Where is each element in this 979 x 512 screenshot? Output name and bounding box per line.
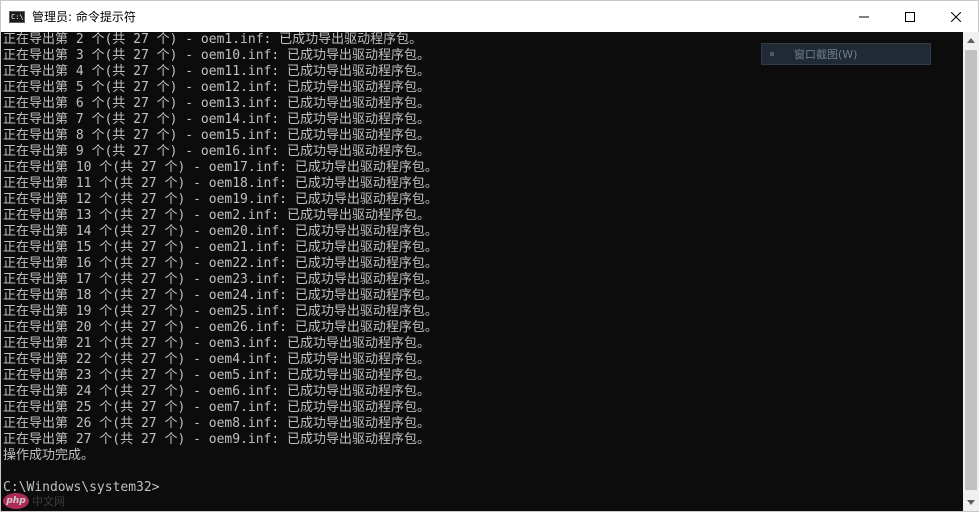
console-line: 操作成功完成。 bbox=[3, 448, 95, 463]
watermark: php 中文网 bbox=[3, 493, 65, 509]
console-line: 正在导出第 10 个(共 27 个) - oem17.inf: 已成功导出驱动程… bbox=[3, 160, 438, 175]
console-line: 正在导出第 23 个(共 27 个) - oem5.inf: 已成功导出驱动程序… bbox=[3, 368, 431, 383]
maximize-icon bbox=[905, 11, 915, 22]
console-line: 正在导出第 16 个(共 27 个) - oem22.inf: 已成功导出驱动程… bbox=[3, 256, 438, 271]
close-button[interactable] bbox=[933, 1, 979, 32]
scroll-down-button[interactable] bbox=[963, 494, 979, 511]
minimize-icon bbox=[859, 16, 869, 17]
scroll-up-button[interactable] bbox=[963, 32, 979, 49]
console-line: 正在导出第 8 个(共 27 个) - oem15.inf: 已成功导出驱动程序… bbox=[3, 128, 431, 143]
tooltip-label: 窗口截图(W) bbox=[794, 48, 858, 61]
console-line: 正在导出第 22 个(共 27 个) - oem4.inf: 已成功导出驱动程序… bbox=[3, 352, 431, 367]
console-output[interactable]: 正在导出第 2 个(共 27 个) - oem1.inf: 已成功导出驱动程序包… bbox=[2, 32, 963, 511]
maximize-button[interactable] bbox=[887, 1, 933, 32]
php-logo-icon: php bbox=[3, 493, 29, 509]
command-prompt-window: C:\ 管理员: 命令提示符 正在导出第 2 个(共 27 个) - oem1.… bbox=[0, 0, 979, 512]
console-line: 正在导出第 24 个(共 27 个) - oem6.inf: 已成功导出驱动程序… bbox=[3, 384, 431, 399]
scroll-up-arrow-icon bbox=[967, 38, 975, 43]
console-line: 正在导出第 26 个(共 27 个) - oem8.inf: 已成功导出驱动程序… bbox=[3, 416, 431, 431]
cmd-app-icon[interactable]: C:\ bbox=[9, 10, 25, 23]
console-line: 正在导出第 27 个(共 27 个) - oem9.inf: 已成功导出驱动程序… bbox=[3, 432, 431, 447]
scroll-down-arrow-icon bbox=[967, 500, 975, 505]
console-line: 正在导出第 14 个(共 27 个) - oem20.inf: 已成功导出驱动程… bbox=[3, 224, 438, 239]
console-line: 正在导出第 5 个(共 27 个) - oem12.inf: 已成功导出驱动程序… bbox=[3, 80, 431, 95]
console-line: 正在导出第 15 个(共 27 个) - oem21.inf: 已成功导出驱动程… bbox=[3, 240, 438, 255]
console-line: 正在导出第 19 个(共 27 个) - oem25.inf: 已成功导出驱动程… bbox=[3, 304, 438, 319]
console-line: C:\Windows\system32> bbox=[3, 480, 160, 495]
console-line: 正在导出第 20 个(共 27 个) - oem26.inf: 已成功导出驱动程… bbox=[3, 320, 438, 335]
console-line: 正在导出第 11 个(共 27 个) - oem18.inf: 已成功导出驱动程… bbox=[3, 176, 438, 191]
console-line: 正在导出第 9 个(共 27 个) - oem16.inf: 已成功导出驱动程序… bbox=[3, 144, 431, 159]
console-line: 正在导出第 12 个(共 27 个) - oem19.inf: 已成功导出驱动程… bbox=[3, 192, 438, 207]
window-title: 管理员: 命令提示符 bbox=[32, 10, 136, 24]
watermark-text: 中文网 bbox=[32, 495, 65, 508]
console-line: 正在导出第 17 个(共 27 个) - oem23.inf: 已成功导出驱动程… bbox=[3, 272, 438, 287]
tooltip-bullet-icon bbox=[770, 52, 774, 56]
close-icon bbox=[951, 11, 961, 22]
cmd-app-icon-label: C:\ bbox=[11, 12, 24, 21]
console-line: 正在导出第 4 个(共 27 个) - oem11.inf: 已成功导出驱动程序… bbox=[3, 64, 431, 79]
minimize-button[interactable] bbox=[841, 1, 887, 32]
vertical-scrollbar[interactable] bbox=[963, 32, 979, 511]
scroll-thumb[interactable] bbox=[965, 50, 977, 490]
console-line: 正在导出第 25 个(共 27 个) - oem7.inf: 已成功导出驱动程序… bbox=[3, 400, 431, 415]
console-line: 正在导出第 13 个(共 27 个) - oem2.inf: 已成功导出驱动程序… bbox=[3, 208, 431, 223]
console-line: 正在导出第 21 个(共 27 个) - oem3.inf: 已成功导出驱动程序… bbox=[3, 336, 431, 351]
title-bar[interactable]: C:\ 管理员: 命令提示符 bbox=[1, 1, 978, 32]
console-line: 正在导出第 18 个(共 27 个) - oem24.inf: 已成功导出驱动程… bbox=[3, 288, 438, 303]
console-line: 正在导出第 6 个(共 27 个) - oem13.inf: 已成功导出驱动程序… bbox=[3, 96, 431, 111]
window-screenshot-tooltip[interactable]: 窗口截图(W) bbox=[761, 43, 931, 65]
console-line: 正在导出第 7 个(共 27 个) - oem14.inf: 已成功导出驱动程序… bbox=[3, 112, 431, 127]
